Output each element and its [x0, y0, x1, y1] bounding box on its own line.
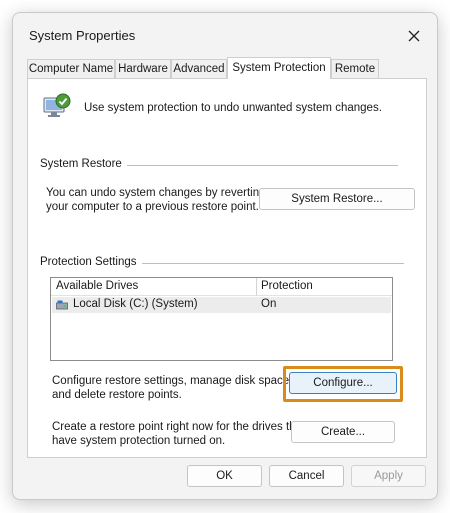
system-restore-group-label: System Restore — [40, 158, 127, 170]
list-header: Available Drives Protection — [51, 278, 392, 296]
system-protection-icon — [43, 93, 71, 117]
create-description-1: Create a restore point right now for the… — [52, 421, 306, 433]
configure-button[interactable]: Configure... — [289, 372, 397, 394]
create-button[interactable]: Create... — [291, 421, 395, 443]
tab-hardware[interactable]: Hardware — [115, 59, 171, 79]
column-separator[interactable] — [256, 278, 257, 296]
list-item[interactable]: Local Disk (C:) (System) On — [52, 297, 391, 313]
configure-description-1: Configure restore settings, manage disk … — [52, 375, 293, 387]
system-properties-dialog: System Properties Computer Name Hardware… — [12, 12, 438, 500]
protection-settings-group: Protection Settings — [40, 256, 404, 268]
available-drives-list[interactable]: Available Drives Protection Local Disk (… — [50, 277, 393, 361]
cancel-button[interactable]: Cancel — [269, 465, 344, 487]
column-header-available-drives[interactable]: Available Drives — [56, 280, 138, 292]
intro-text: Use system protection to undo unwanted s… — [84, 102, 382, 114]
apply-button[interactable]: Apply — [351, 465, 426, 487]
drive-protection-status: On — [261, 298, 277, 310]
system-restore-description-2: your computer to a previous restore poin… — [46, 201, 259, 213]
tab-computer-name[interactable]: Computer Name — [27, 59, 115, 79]
configure-description-2: and delete restore points. — [52, 389, 182, 401]
system-restore-group: System Restore — [40, 158, 398, 170]
close-icon — [408, 30, 420, 42]
drive-icon — [56, 300, 68, 310]
create-description-2: have system protection turned on. — [52, 435, 226, 447]
tab-system-protection[interactable]: System Protection — [227, 57, 331, 79]
system-restore-button[interactable]: System Restore... — [259, 188, 415, 210]
tab-advanced[interactable]: Advanced — [171, 59, 227, 79]
window-title: System Properties — [29, 28, 136, 43]
close-button[interactable] — [401, 23, 427, 49]
drive-name: Local Disk (C:) (System) — [73, 298, 198, 310]
tab-remote[interactable]: Remote — [331, 59, 379, 79]
tab-bar: Computer Name Hardware Advanced System P… — [27, 57, 427, 79]
system-restore-description-1: You can undo system changes by reverting — [46, 187, 266, 199]
column-header-protection[interactable]: Protection — [261, 280, 313, 292]
ok-button[interactable]: OK — [187, 465, 262, 487]
protection-settings-group-label: Protection Settings — [40, 256, 142, 268]
